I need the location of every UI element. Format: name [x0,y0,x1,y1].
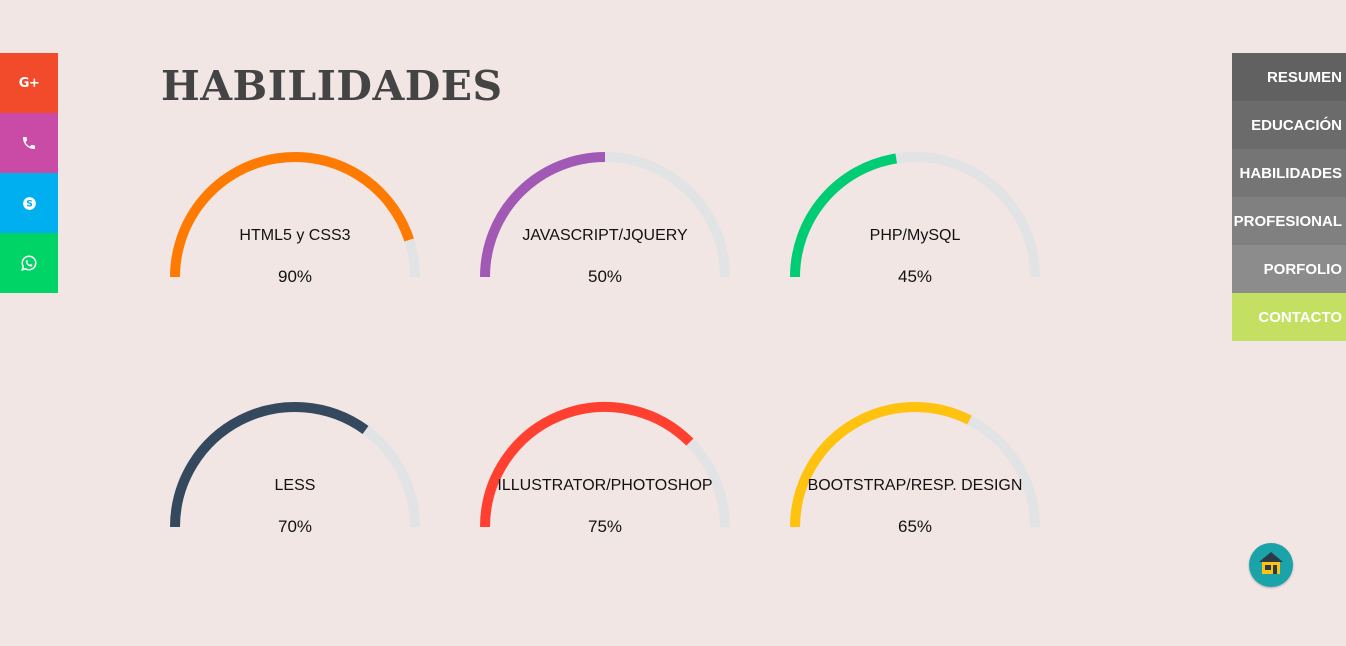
skill-percent: 45% [897,267,933,286]
nav-item-educacion[interactable]: EDUCACIÓN [1232,101,1346,149]
gauge-track [170,402,420,528]
skill-percent: 65% [897,517,933,536]
nav-item-resumen[interactable]: RESUMEN [1232,53,1346,101]
phone-button[interactable] [0,113,58,173]
skill-label: ILLUSTRATOR/PHOTOSHOP [497,477,713,494]
gauge-arc [790,402,1040,528]
phone-icon [21,135,37,151]
gauge-track [480,152,730,278]
skill-percent: 50% [587,267,623,286]
gauge-arc [480,152,730,278]
gauge-arc [790,152,1040,278]
skill-label: JAVASCRIPT/JQUERY [522,227,688,244]
skill-percent: 90% [277,267,313,286]
skill-label: PHP/MySQL [869,227,961,244]
gauge-value-arc [790,402,972,528]
skill-percent: 70% [277,517,313,536]
nav-item-profesional[interactable]: PROFESIONAL [1232,197,1346,245]
skill-label: LESS [274,477,316,494]
home-icon [1257,550,1285,581]
gauge-value-arc [170,151,414,278]
gauge-track [790,152,1040,278]
svg-text:S: S [26,198,33,209]
skill-gauge-less: LESS 70% [170,402,420,542]
gauge-value-arc [790,153,898,278]
skype-icon: S [21,195,38,212]
gauge-value-arc [480,152,606,278]
skill-gauge-bootstrap: BOOTSTRAP/RESP. DESIGN 65% [790,402,1040,542]
social-sidebar: G+ S [0,53,58,293]
nav-item-habilidades[interactable]: HABILIDADES [1232,149,1346,197]
gauge-track [480,402,730,528]
google-plus-icon: G+ [18,75,40,91]
skill-gauge-illustrator: ILLUSTRATOR/PHOTOSHOP 75% [480,402,730,542]
page-title: HABILIDADES [161,62,503,110]
gauge-track [790,402,1040,528]
home-button[interactable] [1249,543,1293,587]
google-plus-button[interactable]: G+ [0,53,58,113]
skill-gauge-php: PHP/MySQL 45% [790,152,1040,292]
whatsapp-button[interactable] [0,233,58,293]
skype-button[interactable]: S [0,173,58,233]
skill-label: BOOTSTRAP/RESP. DESIGN [807,477,1023,494]
gauge-arc [170,402,420,528]
nav-item-porfolio[interactable]: PORFOLIO [1232,245,1346,293]
gauge-arc [170,151,420,278]
skill-gauge-javascript: JAVASCRIPT/JQUERY 50% [480,152,730,292]
section-nav: RESUMEN EDUCACIÓN HABILIDADES PROFESIONA… [1232,53,1346,341]
skill-percent: 75% [587,517,623,536]
skill-gauge-html-css: HTML5 y CSS3 90% [170,151,420,292]
nav-item-contacto[interactable]: CONTACTO [1232,293,1346,341]
gauge-track [170,152,420,278]
gauge-value-arc [480,402,694,528]
gauge-arc [480,402,730,528]
gauge-value-arc [170,402,369,528]
skill-label: HTML5 y CSS3 [239,227,351,244]
whatsapp-icon [20,254,38,272]
